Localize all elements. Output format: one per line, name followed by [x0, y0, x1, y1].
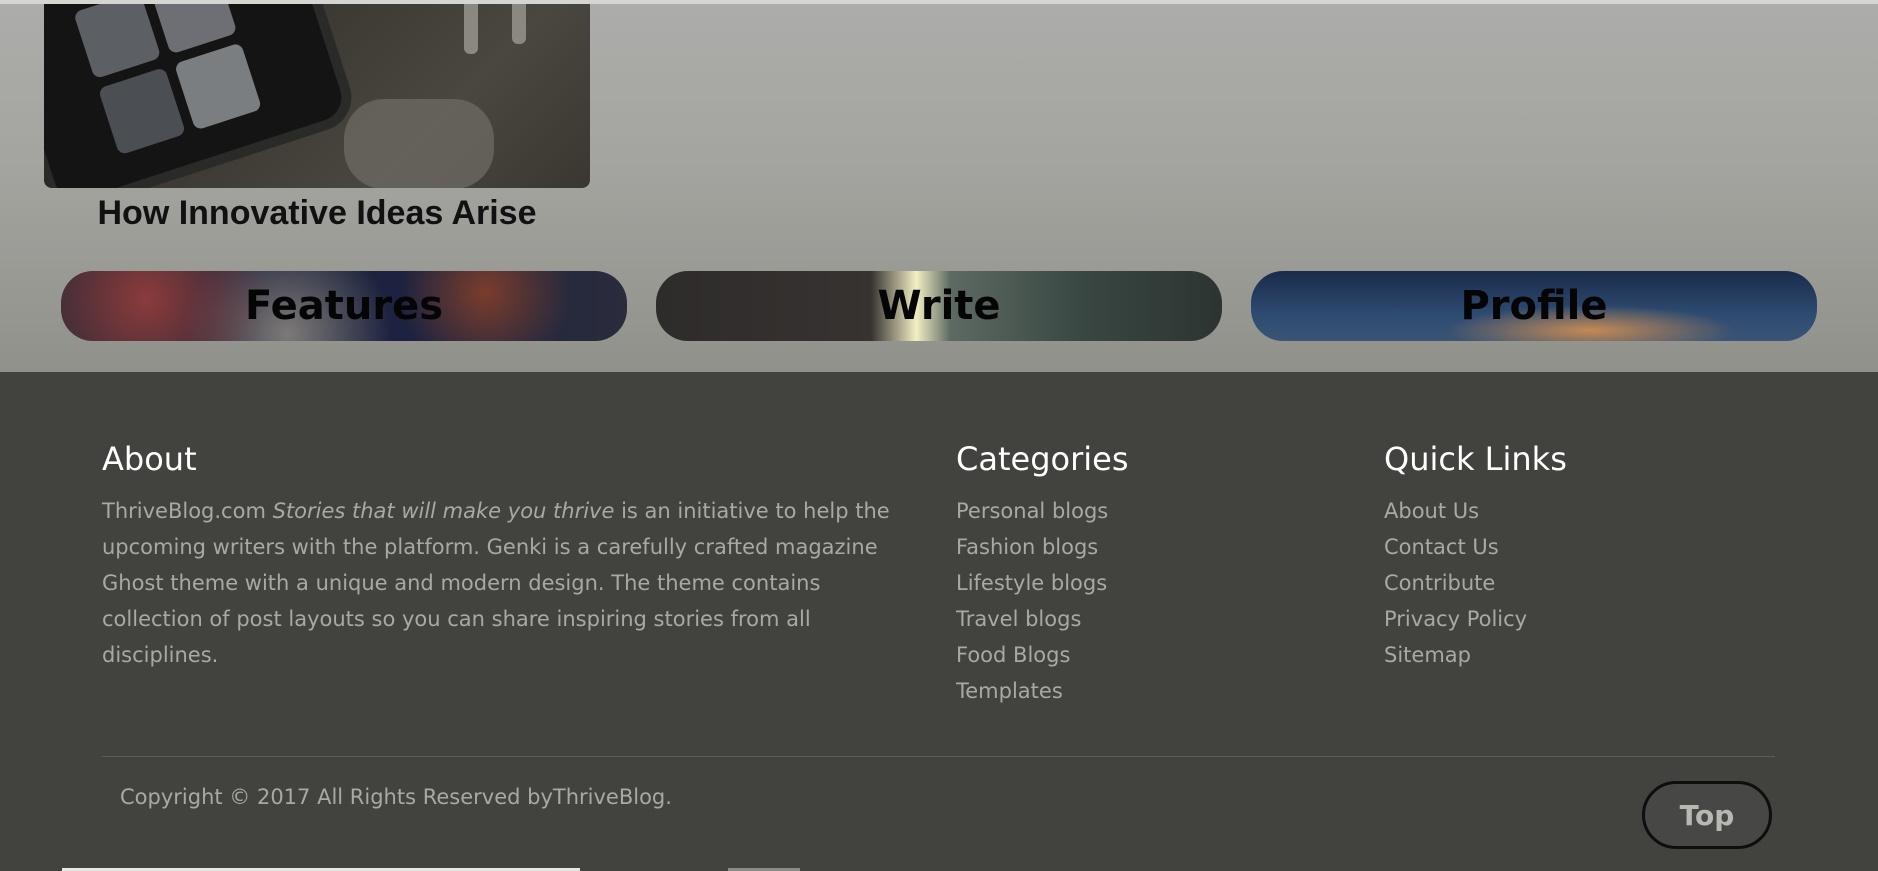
profile-button[interactable]: Profile [1251, 271, 1817, 341]
quick-link[interactable]: Contribute [1384, 565, 1527, 601]
category-link[interactable]: Fashion blogs [956, 529, 1108, 565]
quick-links-list: About Us Contact Us Contribute Privacy P… [1384, 493, 1527, 673]
earbuds-case-shape [344, 99, 494, 188]
categories-list: Personal blogs Fashion blogs Lifestyle b… [956, 493, 1108, 709]
quick-link[interactable]: Sitemap [1384, 637, 1527, 673]
back-to-top-button[interactable]: Top [1642, 781, 1772, 849]
category-link[interactable]: Travel blogs [956, 601, 1108, 637]
device-tile [174, 42, 263, 131]
about-text: ThriveBlog.com Stories that will make yo… [102, 493, 922, 673]
back-to-top-label: Top [1679, 798, 1735, 832]
device-tile [73, 4, 162, 80]
article-title[interactable]: How Innovative Ideas Arise [44, 194, 590, 233]
quick-link[interactable]: About Us [1384, 493, 1527, 529]
device-tile [97, 67, 187, 156]
category-link[interactable]: Personal blogs [956, 493, 1108, 529]
about-tagline: Stories that will make you thrive [272, 499, 615, 523]
features-button[interactable]: Features [61, 271, 627, 341]
footer-divider [102, 756, 1775, 757]
quick-link[interactable]: Contact Us [1384, 529, 1527, 565]
category-link[interactable]: Templates [956, 673, 1108, 709]
copyright-text: Copyright © 2017 All Rights Reserved byT… [120, 785, 672, 809]
category-link[interactable]: Lifestyle blogs [956, 565, 1108, 601]
write-button-label: Write [877, 283, 1001, 329]
profile-button-label: Profile [1460, 283, 1608, 329]
quick-links-heading: Quick Links [1384, 440, 1567, 478]
write-button[interactable]: Write [656, 271, 1222, 341]
pen-shape [512, 4, 526, 44]
quick-link[interactable]: Privacy Policy [1384, 601, 1527, 637]
category-link[interactable]: Food Blogs [956, 637, 1108, 673]
about-site-name: ThriveBlog.com [102, 499, 266, 523]
device-shape [44, 4, 348, 188]
pen-shape [464, 4, 478, 54]
features-button-label: Features [244, 283, 444, 329]
about-description: is an initiative to help the upcoming wr… [102, 499, 890, 667]
article-thumbnail[interactable] [44, 4, 590, 188]
categories-heading: Categories [956, 440, 1129, 478]
about-heading: About [102, 440, 197, 478]
